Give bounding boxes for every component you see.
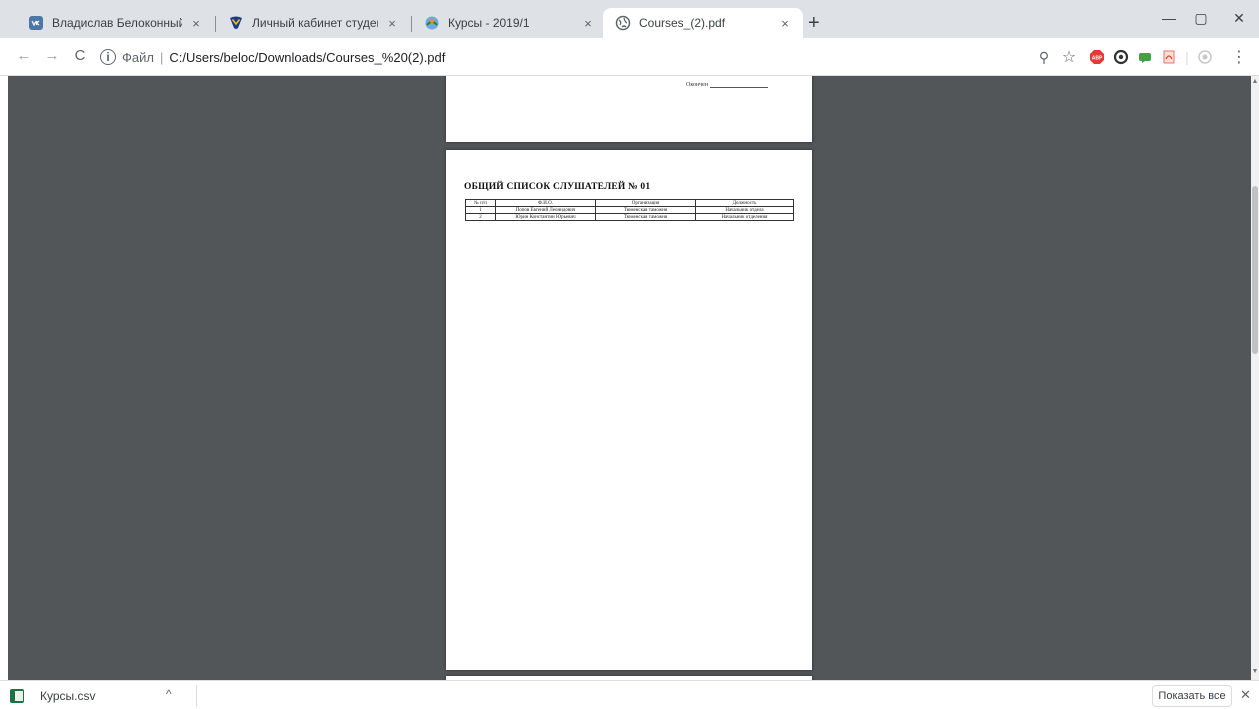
signature-field: Окончен bbox=[686, 82, 769, 88]
extension-ring-icon[interactable] bbox=[1112, 49, 1130, 65]
table-cell: Начальник отделения bbox=[695, 213, 794, 221]
tab-close-icon[interactable]: × bbox=[188, 16, 204, 31]
table-cell: 1 bbox=[465, 206, 496, 214]
bookmark-star-icon[interactable]: ☆ bbox=[1060, 49, 1078, 66]
table-cell: Начальник отдела bbox=[695, 206, 794, 214]
viewer-scrollbar[interactable]: ▲ ▼ bbox=[1251, 76, 1259, 680]
table-header: Должность bbox=[695, 199, 794, 207]
reload-button[interactable]: C bbox=[70, 47, 90, 64]
back-button[interactable]: ← bbox=[14, 47, 34, 64]
table-row: 1 Попов Евгений Леонидович Тюменская там… bbox=[465, 206, 794, 214]
table-header: Ф.И.О. bbox=[495, 199, 596, 207]
table-cell: Попов Евгений Леонидович bbox=[495, 206, 596, 214]
tab-close-icon[interactable]: × bbox=[777, 16, 793, 31]
chevron-up-icon[interactable]: ^ bbox=[166, 687, 172, 701]
scheme-label: Файл bbox=[122, 49, 154, 65]
show-all-button[interactable]: Показать все bbox=[1152, 685, 1232, 707]
zoom-icon[interactable]: ⚲ bbox=[1035, 49, 1053, 65]
table-cell: Тюменская таможня bbox=[595, 213, 696, 221]
adblock-icon[interactable]: ABP bbox=[1088, 49, 1106, 65]
extension-chat-icon[interactable] bbox=[1136, 49, 1154, 65]
tab-close-icon[interactable]: × bbox=[384, 16, 400, 31]
toolbar-divider: | bbox=[1185, 49, 1189, 65]
close-download-bar-icon[interactable]: ✕ bbox=[1240, 687, 1251, 703]
tab-courses[interactable]: Курсы - 2019/1 × bbox=[412, 8, 606, 38]
minimize-button[interactable]: — bbox=[1154, 10, 1184, 26]
excel-file-icon bbox=[10, 689, 24, 703]
scroll-down-arrow[interactable]: ▼ bbox=[1251, 668, 1259, 675]
svg-text:ABP: ABP bbox=[1092, 56, 1103, 62]
url-separator: | bbox=[159, 49, 164, 65]
table-cell: Тюменская таможня bbox=[595, 206, 696, 214]
scrollbar-thumb[interactable] bbox=[1252, 186, 1258, 354]
table-cell: Юрин Константин Юрьевич bbox=[495, 213, 596, 221]
document-title: ОБЩИЙ СПИСОК СЛУШАТЕЛЕЙ № 01 bbox=[464, 182, 651, 192]
tab-strip: Владислав Белоконный × Личный кабинет ст… bbox=[0, 0, 1259, 38]
extension-pdf-icon[interactable] bbox=[1160, 49, 1178, 65]
table-header: Организация bbox=[595, 199, 696, 207]
info-icon[interactable]: i bbox=[100, 49, 116, 65]
table-row: 2 Юрин Константин Юрьевич Тюменская тамо… bbox=[465, 213, 794, 221]
scroll-up-arrow[interactable]: ▲ bbox=[1251, 78, 1259, 85]
chrome-menu-icon[interactable]: ⋮ bbox=[1230, 49, 1248, 66]
vk-icon bbox=[28, 15, 44, 31]
tab-courses-pdf[interactable]: Courses_(2).pdf × bbox=[603, 8, 803, 38]
tab-title: Личный кабинет студента/аспи bbox=[252, 16, 378, 30]
signature-label: Окончен bbox=[686, 82, 709, 88]
signature-line bbox=[710, 87, 769, 88]
download-item[interactable]: Курсы.csv bbox=[10, 686, 96, 706]
tab-title: Владислав Белоконный bbox=[52, 16, 182, 30]
browser-toolbar: ← → C i Файл | C:/Users/beloc/Downloads/… bbox=[0, 38, 1259, 76]
address-bar[interactable]: i Файл | C:/Users/beloc/Downloads/Course… bbox=[100, 44, 1000, 70]
tab-vk[interactable]: Владислав Белоконный × bbox=[16, 8, 214, 38]
table-header-row: № п/п Ф.И.О. Организация Должность bbox=[465, 199, 794, 207]
tab-close-icon[interactable]: × bbox=[580, 16, 596, 31]
extension-grey-icon[interactable] bbox=[1196, 49, 1214, 65]
university-icon bbox=[228, 15, 244, 31]
new-tab-button[interactable]: + bbox=[808, 13, 820, 33]
participants-table: № п/п Ф.И.О. Организация Должность 1 Поп… bbox=[465, 199, 794, 221]
download-bar: Курсы.csv ^ Показать все ✕ bbox=[0, 680, 1259, 709]
maximize-button[interactable]: ▢ bbox=[1186, 10, 1216, 27]
close-window-button[interactable]: ✕ bbox=[1224, 10, 1254, 27]
tab-title: Courses_(2).pdf bbox=[639, 16, 726, 30]
moodle-icon bbox=[424, 15, 440, 31]
forward-button[interactable]: → bbox=[42, 47, 62, 64]
tab-title: Курсы - 2019/1 bbox=[448, 16, 530, 30]
table-header: № п/п bbox=[465, 199, 496, 207]
download-divider bbox=[196, 685, 197, 707]
globe-icon bbox=[615, 15, 631, 31]
pdf-page: Окончен bbox=[446, 76, 812, 142]
pdf-viewer[interactable]: Окончен ОБЩИЙ СПИСОК СЛУШАТЕЛЕЙ № 01 № п… bbox=[8, 76, 1251, 680]
download-file-name: Курсы.csv bbox=[40, 689, 96, 703]
tab-student-cabinet[interactable]: Личный кабинет студента/аспи × bbox=[216, 8, 410, 38]
url-text[interactable]: C:/Users/beloc/Downloads/Courses_%20(2).… bbox=[169, 50, 445, 65]
table-cell: 2 bbox=[465, 213, 496, 221]
pdf-page: ОБЩИЙ СПИСОК СЛУШАТЕЛЕЙ № 01 № п/п Ф.И.О… bbox=[446, 150, 812, 670]
